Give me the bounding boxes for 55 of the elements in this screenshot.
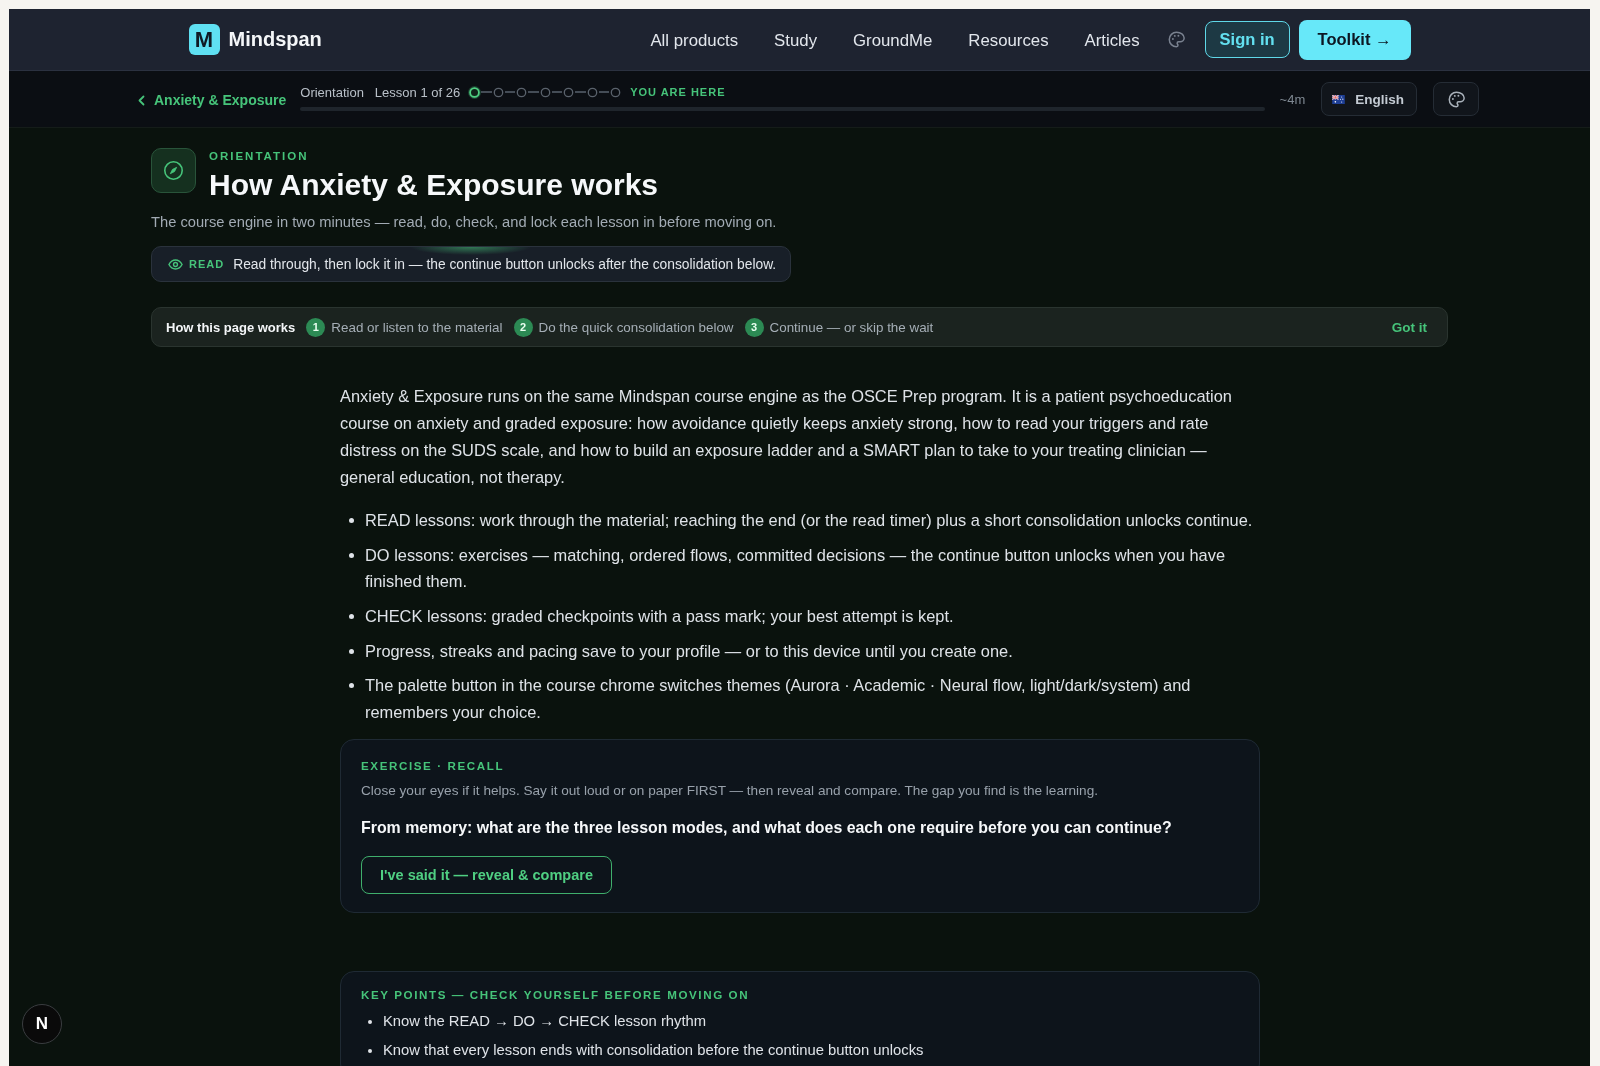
- exercise-question: From memory: what are the three lesson modes, and what does each one require before you can continue?: [361, 818, 1173, 839]
- brand-name[interactable]: Mindspan: [228, 28, 322, 51]
- bullet-icon: [349, 518, 354, 523]
- intro-paragraph: Anxiety & Exposure runs on the same Mindspan course engine as the OSCE Prep program. It is a patient psychoeducation course on anxiety and graded exposure: how avoidance quietly keeps anxiety strong, how to read your triggers and rate distress on the SUDS scale, and how to build an exposure ladder and a SMART plan to take to your treating clinician — general education, not therapy.: [340, 386, 1233, 488]
- mode-label: READ: [189, 258, 225, 270]
- bullet-text: READ lessons: work through the material; reaching the end (or the read timer) plus a short consolidation unlocks continue.: [365, 510, 1253, 531]
- got-it-button[interactable]: Got it: [1391, 319, 1427, 335]
- step-number: 1: [306, 317, 326, 337]
- theme-button[interactable]: [1433, 82, 1479, 116]
- step-text: Read or listen to the material: [331, 319, 503, 335]
- bullet-icon: [368, 1020, 372, 1025]
- bullet-text: CHECK lessons: graded checkpoints with a pass mark; your best attempt is kept.: [365, 605, 954, 627]
- bullet-text: DO lessons: exercises — matching, ordered flows, committed decisions — the continue button unlocks when you have finished them.: [365, 544, 1227, 593]
- bullet-icon: [368, 1049, 372, 1054]
- nav-link[interactable]: Study: [774, 30, 818, 51]
- page-title: How Anxiety & Exposure works: [209, 167, 658, 203]
- duration-label: ~4m: [1279, 91, 1306, 107]
- section-name: Orientation: [300, 84, 364, 100]
- sign-in-button[interactable]: Sign in: [1204, 21, 1290, 58]
- nav-link[interactable]: GroundMe: [853, 30, 933, 51]
- flag-icon: [1332, 94, 1346, 104]
- palette-icon: [1447, 90, 1465, 108]
- toolkit-button[interactable]: Toolkit →: [1298, 19, 1411, 60]
- step-text: Continue — or skip the wait: [769, 319, 934, 335]
- palette-icon[interactable]: [1167, 31, 1185, 48]
- language-button[interactable]: English: [1321, 82, 1417, 116]
- chevron-left-icon: [137, 94, 146, 106]
- compass-icon: [151, 148, 196, 193]
- bullet-text: Progress, streaks and pacing save to your profile — or to this device until you create one.: [365, 640, 1013, 662]
- lesson-count: Lesson 1 of 26: [374, 84, 461, 100]
- bullet-icon: [349, 648, 354, 654]
- how-it-works-title: How this page works: [166, 319, 296, 335]
- page-subtitle: The course engine in two minutes — read, do, check, and lock each lesson in before moving on.: [151, 213, 778, 232]
- exercise-hint: Close your eyes if it helps. Say it out loud or on paper FIRST — then reveal and compare. The gap you find is the learning.: [361, 782, 1099, 801]
- step-caption: YOU ARE HERE: [630, 86, 726, 98]
- bullet-text: The palette button in the course chrome switches themes (Aurora · Academic · Neural flow, light/dark/system) and remembers your choice.: [365, 675, 1192, 723]
- key-point-text: Know that every lesson ends with consolidation before the continue button unlocks: [383, 1042, 924, 1060]
- key-point-text: Know the READ → DO → CHECK lesson rhythm: [383, 1013, 707, 1031]
- bullet-icon: [349, 683, 354, 689]
- bullet-icon: [349, 552, 354, 558]
- reveal-button[interactable]: I've said it — reveal & compare: [361, 856, 612, 895]
- back-link[interactable]: Anxiety & Exposure: [137, 92, 287, 108]
- key-points-heading: KEY POINTS — CHECK YOURSELF BEFORE MOVING ON: [361, 988, 751, 1003]
- mode-description: Read through, then lock it in — the continue button unlocks after the consolidation below.: [233, 256, 777, 272]
- step-text: Do the quick consolidation below: [538, 319, 734, 335]
- nav-link[interactable]: Resources: [968, 30, 1049, 51]
- exercise-label: EXERCISE · RECALL: [361, 759, 506, 774]
- nav-link[interactable]: All products: [650, 30, 739, 51]
- section-label: ORIENTATION: [209, 149, 310, 163]
- logo-mark: M: [188, 24, 220, 55]
- eye-icon: [168, 256, 183, 272]
- nav-link[interactable]: Articles: [1084, 30, 1140, 51]
- step-number: 2: [513, 317, 533, 337]
- bullet-icon: [349, 613, 354, 619]
- step-number: 3: [744, 317, 764, 337]
